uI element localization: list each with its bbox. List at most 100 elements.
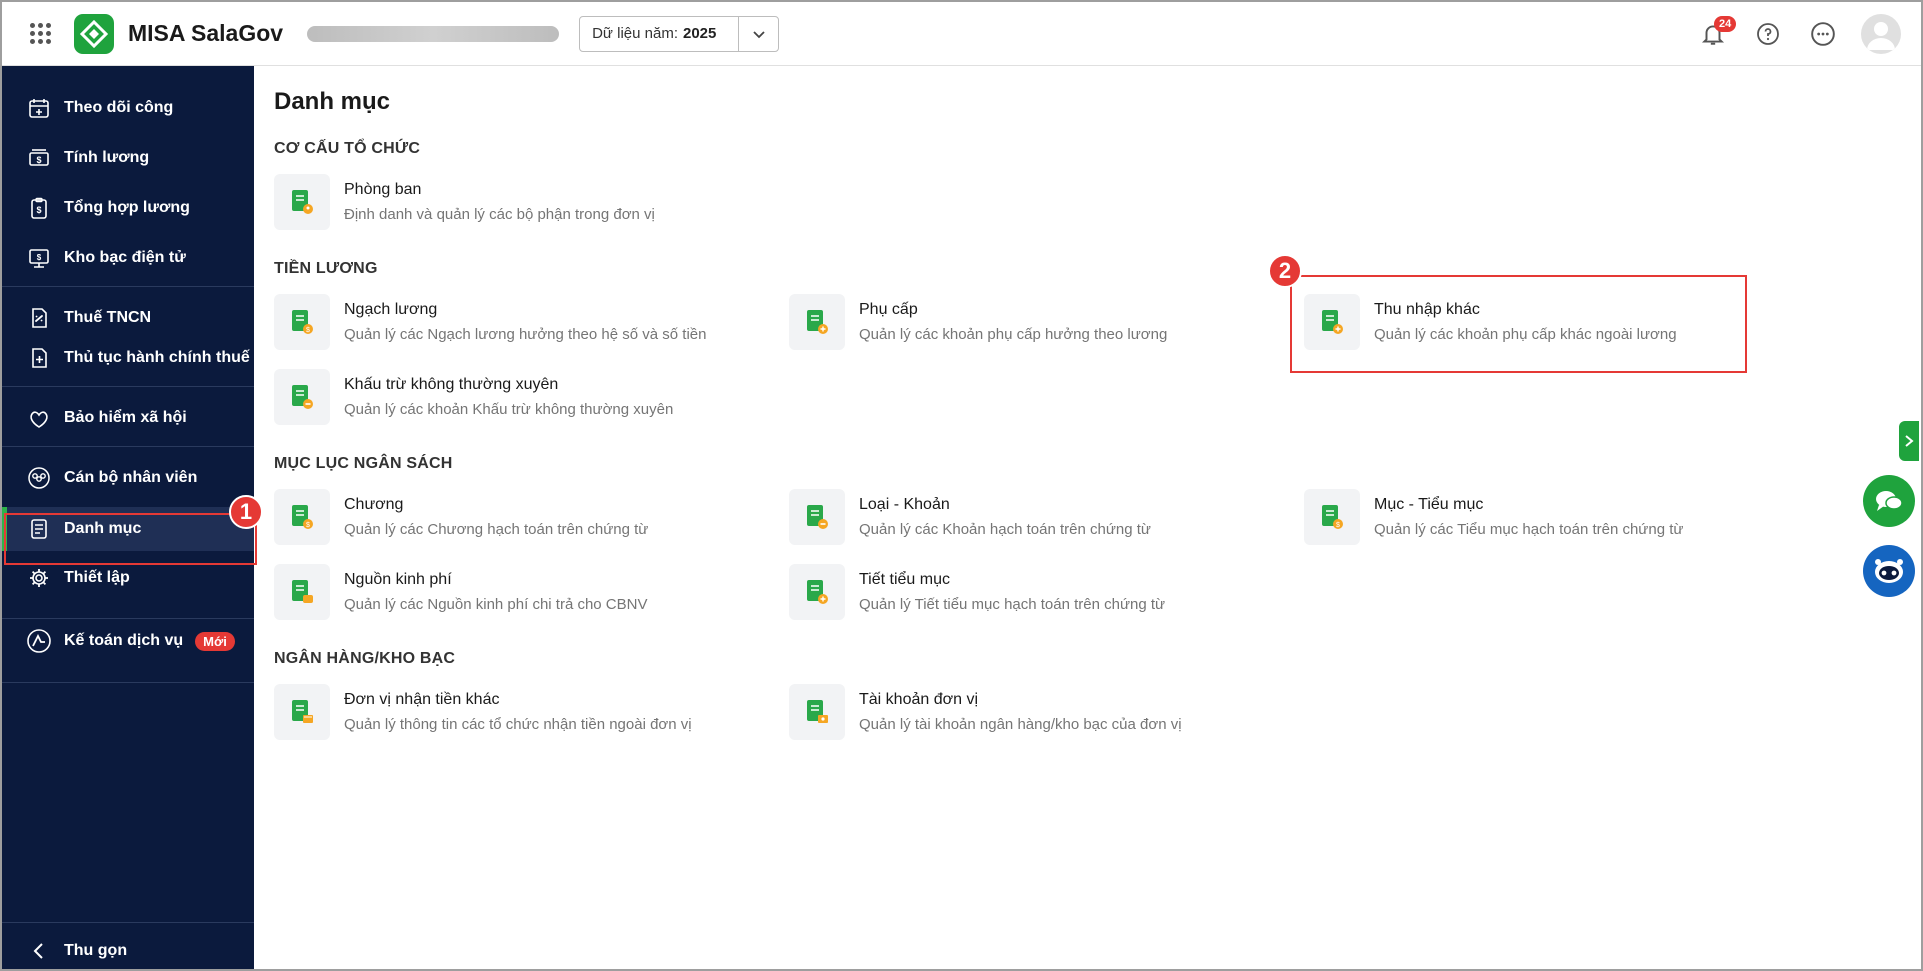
sub-item-icon: $	[1304, 489, 1360, 545]
year-label: Dữ liệu năm:	[592, 25, 678, 42]
card-nguon-kinh-phi[interactable]: Nguồn kinh phí Quản lý các Nguồn kinh ph…	[274, 563, 754, 621]
main-content: Danh mục CƠ CẤU TỔ CHỨC Phòng ban Định d…	[254, 66, 1921, 969]
card-title: Ngạch lương	[344, 300, 438, 318]
people-icon	[26, 465, 52, 491]
card-title: Chương	[344, 495, 404, 513]
sidebar-item-label: Thủ tục hành chính thuế	[64, 349, 250, 366]
chat-button[interactable]	[1863, 475, 1915, 527]
apps-grid-icon[interactable]	[22, 16, 58, 52]
more-button[interactable]	[1803, 14, 1843, 54]
bank-account-icon	[789, 684, 845, 740]
svg-text:$: $	[37, 253, 42, 262]
card-loai-khoan[interactable]: Loại - Khoản Quản lý các Khoản hạch toán…	[789, 488, 1269, 546]
svg-text:$: $	[36, 155, 41, 165]
svg-text:$: $	[36, 205, 41, 215]
card-description: Quản lý tài khoản ngân hàng/kho bạc của …	[859, 715, 1182, 733]
card-description: Quản lý các Ngạch lương hưởng theo hệ số…	[344, 325, 707, 343]
sidebar-divider	[2, 682, 254, 683]
user-avatar[interactable]	[1861, 13, 1901, 54]
card-tiet-tieu-muc[interactable]: Tiết tiểu mục Quản lý Tiết tiểu mục hạch…	[789, 563, 1269, 621]
blurred-organization-name	[307, 25, 560, 42]
chevron-down-icon[interactable]	[738, 16, 778, 51]
year-value: 2025	[683, 25, 717, 42]
heart-shield-icon	[26, 405, 52, 431]
more-options-icon	[1811, 21, 1835, 46]
card-description: Quản lý thông tin các tổ chức nhận tiền …	[344, 715, 692, 733]
sidebar-item-theo-doi-cong[interactable]: Theo dõi công	[2, 86, 254, 130]
deduction-icon	[274, 369, 330, 425]
sub-section-icon	[789, 564, 845, 620]
annotation-box-1	[4, 513, 257, 565]
sidebar-divider	[2, 922, 254, 923]
sidebar-item-can-bo-nhan-vien[interactable]: Cán bộ nhân viên	[2, 456, 254, 500]
card-chuong[interactable]: $ Chương Quản lý các Chương hạch toán tr…	[274, 488, 754, 546]
chapter-icon: $	[274, 489, 330, 545]
department-icon	[274, 174, 330, 230]
side-panel-toggle[interactable]	[1899, 421, 1919, 461]
section-title-muc-luc-ngan-sach: MỤC LỤC NGÂN SÁCH	[274, 455, 453, 472]
collapse-label: Thu gọn	[64, 942, 128, 959]
app-name: MISA SalaGov	[128, 20, 284, 46]
misa-logo-icon	[74, 13, 114, 54]
page-title: Danh mục	[274, 88, 391, 115]
card-phu-cap[interactable]: Phụ cấp Quản lý các khoản phụ cấp hưởng …	[789, 293, 1269, 351]
sidebar-item-kho-bac-dien-tu[interactable]: $ Kho bạc điện tử	[2, 236, 254, 280]
chat-bubbles-icon	[1876, 491, 1903, 511]
user-icon	[1867, 21, 1895, 50]
card-title: Mục - Tiểu mục	[1374, 495, 1484, 513]
sidebar-item-label: Theo dõi công	[64, 99, 174, 116]
card-description: Quản lý các khoản phụ cấp hưởng theo lươ…	[859, 325, 1168, 343]
card-khau-tru-khong-thuong-xuyen[interactable]: Khấu trừ không thường xuyên Quản lý các …	[274, 368, 754, 426]
card-description: Định danh và quản lý các bộ phận trong đ…	[344, 205, 655, 223]
card-title: Phòng ban	[344, 180, 422, 198]
sidebar-item-label: Bảo hiểm xã hội	[64, 409, 187, 426]
card-title: Đơn vị nhận tiền khác	[344, 690, 500, 708]
annotation-number-2: 2	[1268, 254, 1302, 288]
notification-button[interactable]: 24	[1693, 14, 1737, 54]
tax-document-icon	[26, 305, 52, 331]
card-description: Quản lý các Tiểu mục hạch toán trên chứn…	[1374, 520, 1684, 538]
help-icon	[1757, 22, 1779, 45]
card-muc-tieu-muc[interactable]: $ Mục - Tiểu mục Quản lý các Tiểu mục hạ…	[1304, 488, 1784, 546]
chevron-right-icon	[1905, 435, 1914, 447]
sidebar-item-label: Tổng hợp lương	[64, 199, 190, 216]
card-ngach-luong[interactable]: $ Ngạch lương Quản lý các Ngạch lương hư…	[274, 293, 754, 351]
sidebar-item-label: Kế toán dịch vụ	[64, 632, 184, 649]
card-description: Quản lý các Khoản hạch toán trên chứng t…	[859, 520, 1151, 538]
card-don-vi-nhan-tien-khac[interactable]: Đơn vị nhận tiền khác Quản lý thông tin …	[274, 683, 754, 741]
card-title: Khấu trừ không thường xuyên	[344, 375, 559, 393]
card-phong-ban[interactable]: Phòng ban Định danh và quản lý các bộ ph…	[274, 173, 754, 231]
top-header: MISA SalaGov Dữ liệu năm: 2025 24	[2, 2, 1921, 66]
sidebar-item-ke-toan-dich-vu[interactable]: Kế toán dịch vụ Mới	[2, 619, 254, 663]
year-select[interactable]: Dữ liệu năm: 2025	[579, 15, 780, 52]
allowance-icon	[789, 294, 845, 350]
collapse-sidebar-button[interactable]: Thu gọn	[2, 929, 254, 969]
treasury-icon: $	[26, 245, 52, 271]
sidebar-item-bao-hiem-xa-hoi[interactable]: Bảo hiểm xã hội	[2, 396, 254, 440]
chevron-left-icon	[26, 938, 52, 964]
card-description: Quản lý các Nguồn kinh phí chi trả cho C…	[344, 595, 648, 613]
card-description: Quản lý các Chương hạch toán trên chứng …	[344, 520, 649, 538]
sidebar-item-label: Thiết lập	[64, 569, 130, 586]
clipboard-dollar-icon: $	[26, 195, 52, 221]
card-tai-khoan-don-vi[interactable]: Tài khoản đơn vị Quản lý tài khoản ngân …	[789, 683, 1269, 741]
section-title-ngan-hang-kho-bac: NGÂN HÀNG/KHO BẠC	[274, 650, 456, 667]
sidebar-divider	[2, 446, 254, 447]
sidebar-item-tong-hop-luong[interactable]: $ Tổng hợp lương	[2, 186, 254, 230]
sidebar-item-label: Tính lương	[64, 149, 150, 166]
document-plus-icon	[26, 345, 52, 371]
assistant-bot-button[interactable]	[1863, 545, 1915, 597]
card-description: Quản lý các khoản Khấu trừ không thường …	[344, 400, 674, 418]
sidebar-item-thue-tncn[interactable]: Thuế TNCN	[2, 296, 254, 340]
sidebar-item-label: Cán bộ nhân viên	[64, 469, 198, 486]
accounting-icon	[26, 628, 52, 654]
section-title-co-cau-to-chuc: CƠ CẤU TỔ CHỨC	[274, 140, 421, 157]
card-title: Nguồn kinh phí	[344, 570, 452, 588]
sidebar-divider	[2, 386, 254, 387]
card-title: Loại - Khoản	[859, 495, 950, 513]
sidebar-item-label: Kho bạc điện tử	[64, 249, 186, 266]
sidebar-item-tinh-luong[interactable]: $ Tính lương	[2, 136, 254, 180]
sidebar-item-thu-tuc-hanh-chinh-thue[interactable]: Thủ tục hành chính thuế	[2, 336, 254, 380]
money-icon: $	[26, 145, 52, 171]
help-button[interactable]	[1748, 14, 1788, 54]
